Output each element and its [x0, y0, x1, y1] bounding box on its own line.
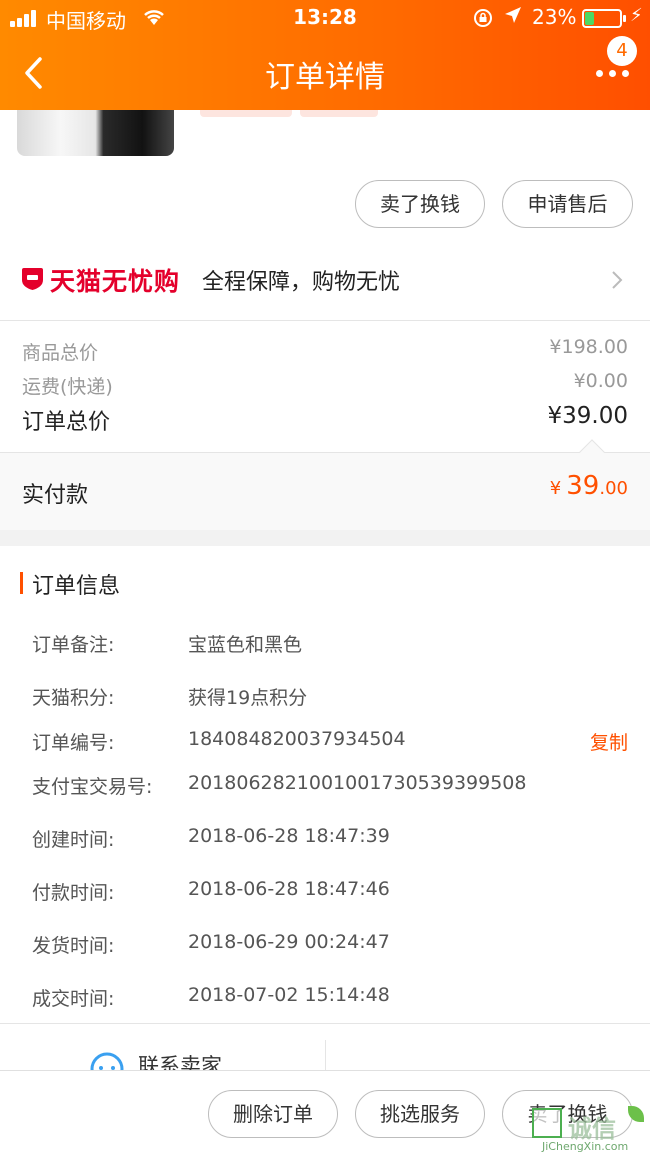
rotation-lock-icon [474, 9, 492, 27]
order-total-value: ¥39.00 [547, 403, 628, 429]
paid-label: 实付款 [22, 483, 89, 508]
tmall-brand: 天猫无忧购 [50, 267, 181, 296]
paid-time-label: 付款时间: [32, 882, 115, 904]
site-watermark: 诚信 JiChengXin.com [532, 1106, 648, 1154]
watermark-url: JiChengXin.com [542, 1140, 629, 1153]
divider [325, 1040, 326, 1070]
goods-total-value: ¥198.00 [549, 336, 628, 358]
sell-for-cash-button[interactable]: 卖了换钱 [355, 180, 485, 228]
app-header: 中国移动 13:28 23% ⚡ 订单详情 4 [0, 0, 650, 110]
watermark-text: 诚信 [568, 1115, 616, 1143]
order-info-card: 订单信息 订单备注: 宝蓝色和黑色 天猫积分: 获得19点积分 订单编号: 18… [0, 546, 650, 1075]
shipping-value: ¥0.00 [573, 370, 628, 392]
shipped-time-label: 发货时间: [32, 935, 115, 957]
order-number-label: 订单编号: [32, 732, 115, 754]
battery-icon [582, 9, 622, 28]
order-info-title: 订单信息 [32, 574, 121, 599]
order-total-label: 订单总价 [22, 410, 111, 435]
tmall-points-label: 天猫积分: [32, 687, 115, 709]
battery-percent: 23% [532, 5, 577, 29]
charging-icon: ⚡ [630, 5, 643, 26]
status-bar: 中国移动 13:28 23% ⚡ [0, 0, 650, 36]
order-note-label: 订单备注: [32, 634, 115, 656]
tmall-shield-icon [22, 268, 43, 290]
tmall-points-value: 获得19点积分 [188, 687, 308, 709]
divider [0, 1023, 650, 1024]
order-note-value: 宝蓝色和黑色 [188, 634, 303, 656]
leaf-icon [628, 1106, 644, 1122]
order-number-value: 184084820037934504 [188, 728, 406, 750]
delete-order-button[interactable]: 删除订单 [208, 1090, 338, 1138]
paid-time-value: 2018-06-28 18:47:46 [188, 878, 390, 900]
divider [0, 320, 650, 321]
created-time-label: 创建时间: [32, 829, 115, 851]
page-title: 订单详情 [265, 60, 385, 95]
paid-value: ¥ 39.00 [549, 471, 628, 501]
deal-time-value: 2018-07-02 15:14:48 [188, 984, 390, 1006]
tmall-guarantee-row[interactable]: 天猫无忧购 全程保障，购物无忧 [0, 245, 650, 310]
more-icon[interactable] [596, 70, 632, 78]
contact-seller-button[interactable]: 联系卖家 [138, 1050, 222, 1070]
shipped-time-value: 2018-06-29 00:24:47 [188, 931, 390, 953]
alipay-trade-value: 2018062821001001730539399508 [188, 772, 527, 794]
tmall-slogan: 全程保障，购物无忧 [202, 270, 401, 295]
paid-amount-row: 实付款 ¥ 39.00 [0, 439, 650, 530]
location-icon [505, 7, 521, 23]
order-summary-card: 卖了换钱 申请售后 天猫无忧购 全程保障，购物无忧 商品总价 ¥198.00 运… [0, 105, 650, 530]
watermark-logo [532, 1108, 562, 1138]
deal-time-label: 成交时间: [32, 988, 115, 1010]
alipay-trade-label: 支付宝交易号: [32, 776, 153, 798]
choose-service-button[interactable]: 挑选服务 [355, 1090, 485, 1138]
chevron-right-icon [612, 271, 623, 289]
shipping-label: 运费(快递) [22, 376, 113, 398]
apply-after-sale-button[interactable]: 申请售后 [502, 180, 633, 228]
copy-order-number-button[interactable]: 复制 [590, 728, 628, 755]
created-time-value: 2018-06-28 18:47:39 [188, 825, 390, 847]
product-thumbnail[interactable] [17, 110, 174, 156]
section-accent-bar [20, 572, 23, 594]
goods-total-label: 商品总价 [22, 342, 99, 364]
message-count-badge[interactable]: 4 [607, 36, 637, 66]
